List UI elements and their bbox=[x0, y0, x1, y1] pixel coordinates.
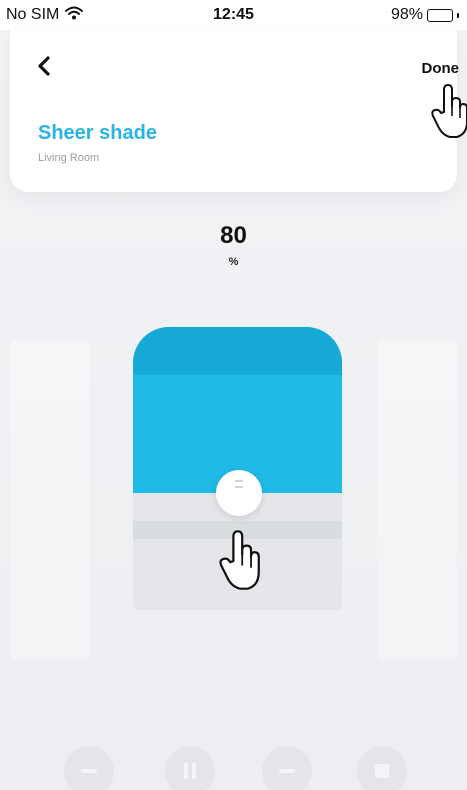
battery-icon bbox=[427, 8, 453, 22]
back-button[interactable] bbox=[32, 55, 56, 81]
hand-cursor-icon bbox=[430, 82, 467, 145]
shade-control-screen: No SIM 12:45 98% Done Sheer shade Living… bbox=[0, 0, 467, 790]
pause-icon bbox=[184, 763, 196, 779]
device-room: Living Room bbox=[38, 152, 100, 164]
status-left: No SIM bbox=[6, 6, 84, 25]
battery-percent: 98% bbox=[390, 6, 423, 23]
open-icon bbox=[279, 769, 295, 773]
carrier-label: No SIM bbox=[6, 6, 60, 23]
open-button[interactable] bbox=[262, 746, 312, 790]
stop-icon bbox=[375, 764, 389, 778]
battery-tip bbox=[457, 12, 459, 18]
background-panel bbox=[10, 340, 90, 660]
position-unit: % bbox=[228, 256, 239, 268]
header-card bbox=[10, 30, 457, 192]
stop-button[interactable] bbox=[357, 746, 407, 790]
position-value: 80 bbox=[220, 222, 247, 249]
close-button[interactable] bbox=[64, 746, 114, 790]
device-name: Sheer shade bbox=[38, 122, 157, 144]
background-panel bbox=[377, 340, 457, 660]
status-bar: No SIM 12:45 98% bbox=[0, 0, 467, 30]
shade-controls bbox=[0, 738, 467, 790]
status-right: 98% bbox=[391, 6, 459, 24]
shade-fill bbox=[133, 327, 342, 493]
chevron-left-icon bbox=[37, 55, 51, 81]
wifi-icon bbox=[65, 6, 84, 25]
grip-icon bbox=[235, 480, 243, 488]
close-icon bbox=[81, 769, 97, 773]
done-button[interactable]: Done bbox=[422, 60, 460, 77]
hand-cursor-icon bbox=[216, 528, 264, 597]
pause-button[interactable] bbox=[165, 746, 215, 790]
shade-drag-handle[interactable] bbox=[216, 470, 262, 516]
